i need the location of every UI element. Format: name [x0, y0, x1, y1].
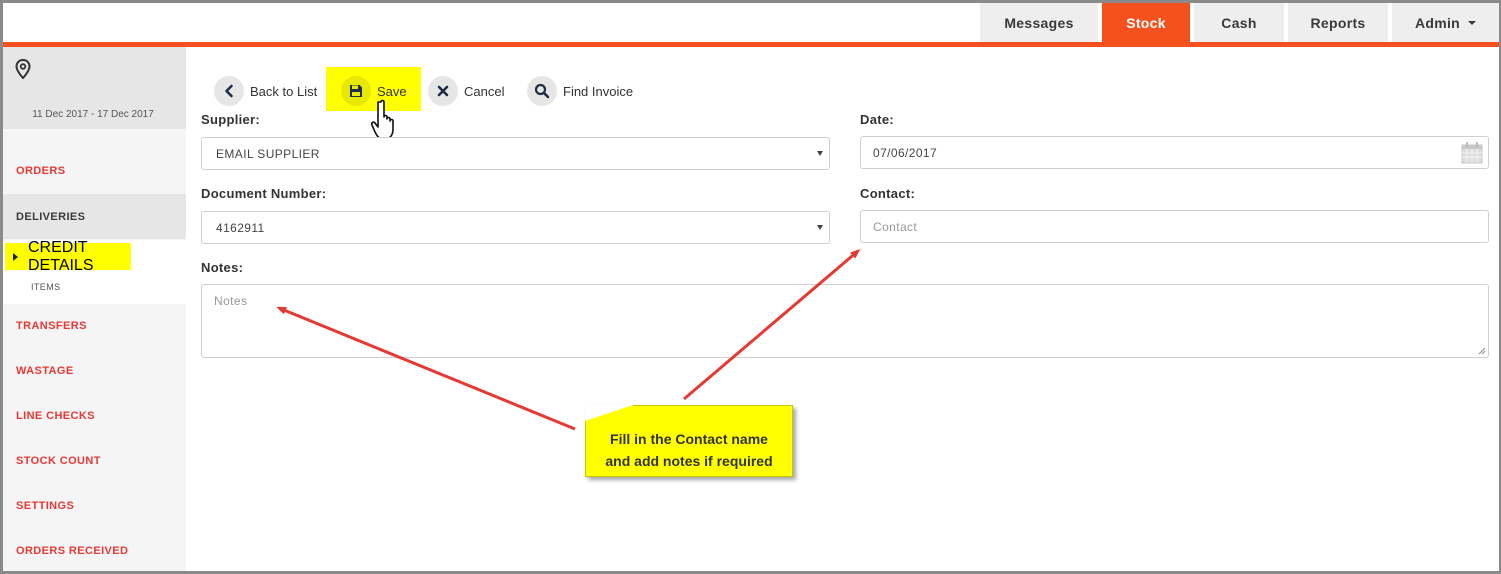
- arrow-to-contact: [683, 249, 861, 401]
- callout-fold: [585, 405, 633, 421]
- app-window: Messages Stock Cash Reports Admin 11 Dec…: [0, 0, 1501, 574]
- callout-line-2: and add notes if required: [605, 453, 773, 469]
- arrow-to-notes: [276, 306, 576, 431]
- annotation-arrows: [276, 249, 861, 431]
- callout-line-1: Fill in the Contact name: [610, 431, 768, 447]
